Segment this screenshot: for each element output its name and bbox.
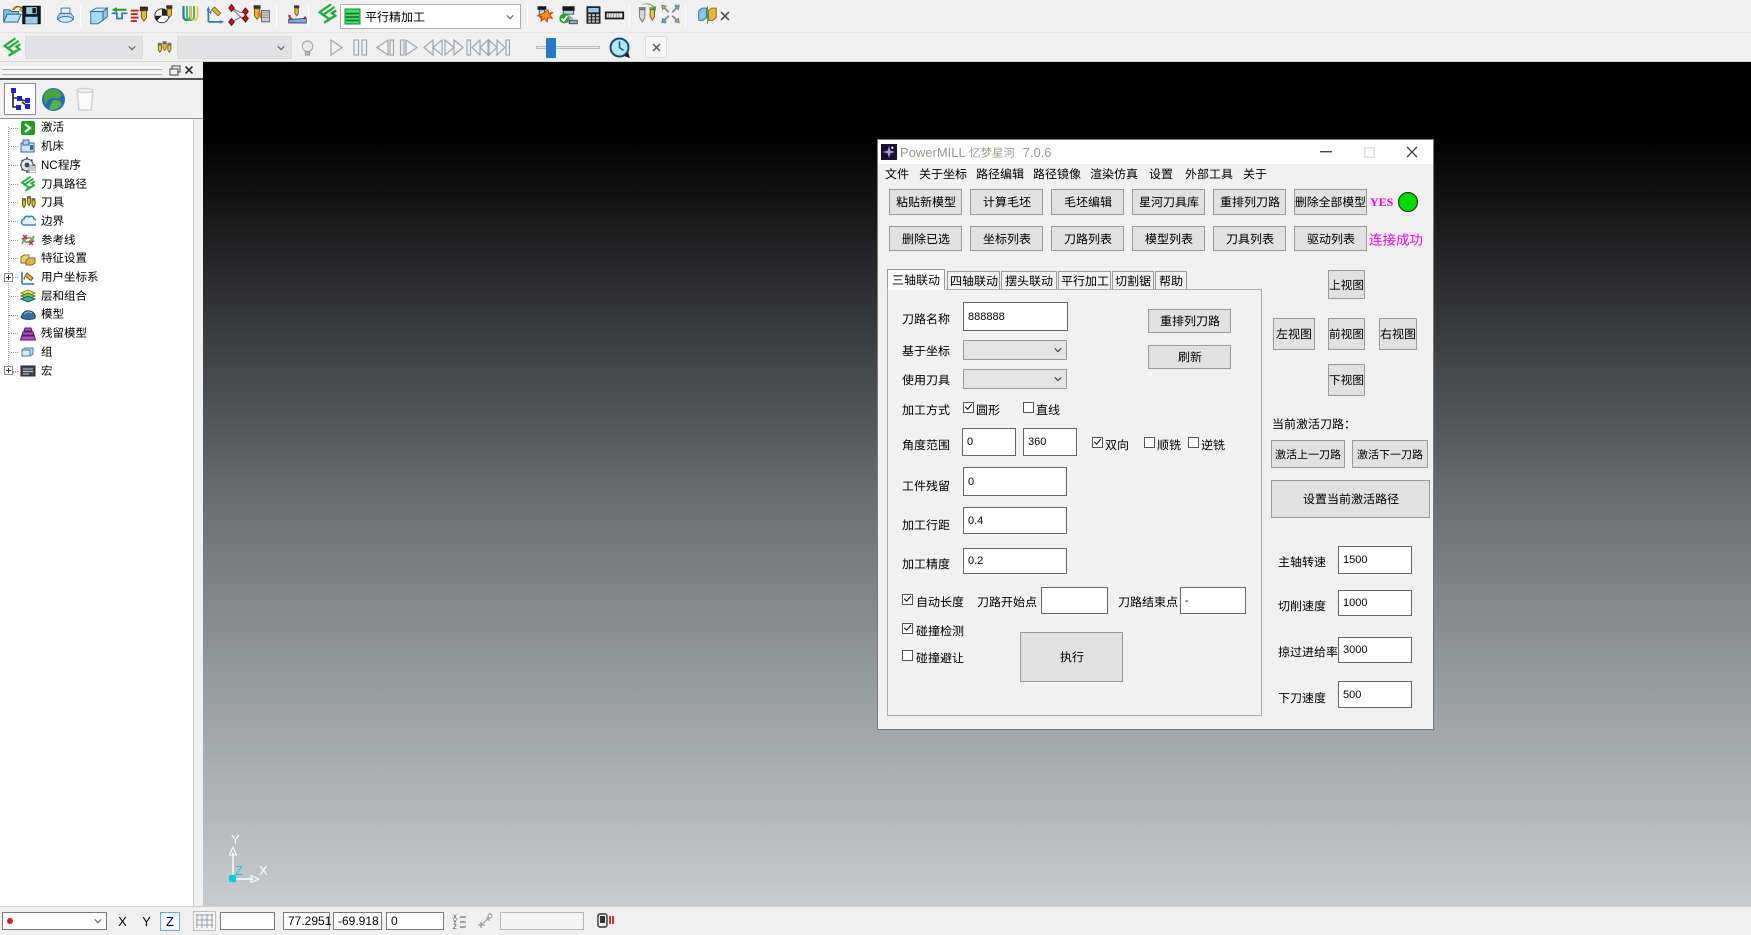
svg-text:Y: Y (231, 832, 240, 847)
svg-text:Z: Z (235, 863, 243, 878)
svg-text:Z: Z (453, 925, 457, 929)
svg-text:X: X (259, 863, 268, 878)
